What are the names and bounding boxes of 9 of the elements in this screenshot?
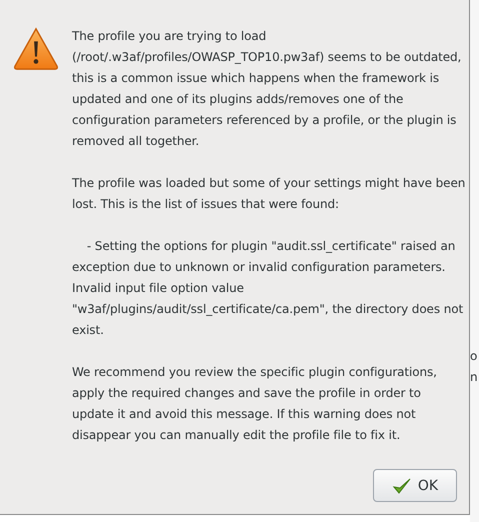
background-text: n bbox=[470, 369, 479, 386]
check-icon bbox=[392, 476, 412, 496]
warning-icon bbox=[12, 26, 60, 72]
message-paragraph: - Setting the options for plugin "audit.ssl_certificate" raised an exception due to unknown or invalid configuration parameters. Invalid input file option value "w3af/plugins/audit/ssl_certificate/ca.pem", the directory does not exist. bbox=[72, 238, 464, 339]
background-text: o bbox=[470, 348, 478, 365]
ok-button[interactable]: OK bbox=[373, 469, 457, 502]
message-paragraph: The profile you are trying to load (/root/.w3af/profiles/OWASP_TOP10.pw3af) seems to be outdated, this is a common issue which happens when the framework is updated and one of its plugins adds/removes one of the configuration parameters referenced by a profile, or the plugin is removed all together. bbox=[72, 28, 462, 150]
message-paragraph: The profile was loaded but some of your settings might have been lost. This is the list of issues that were found: bbox=[72, 175, 466, 213]
message-paragraph: We recommend you review the specific plugin configurations, apply the required changes and save the profile in order to update it and avoid this message. If this warning does not disappear you can manually edit the profile file to fix it. bbox=[72, 364, 438, 444]
